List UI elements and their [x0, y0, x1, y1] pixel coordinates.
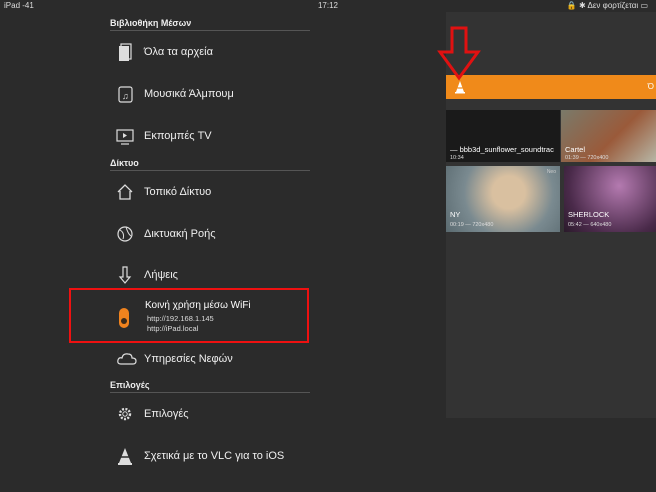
menu-label: Δικτυακή Ροής [144, 228, 216, 240]
lock-icon: 🔒 [566, 1, 577, 10]
menu-label: Εκπομπές TV [144, 130, 212, 142]
section-options: Επιλογές [110, 380, 310, 393]
home-icon [117, 184, 133, 200]
battery-icon: ▭ [640, 1, 648, 10]
annotation-arrow-icon [437, 26, 481, 81]
video-title: Cartel [565, 145, 586, 154]
video-thumbnail[interactable]: — bbb3d_sunflower_soundtrac 10:34 [446, 110, 560, 162]
video-title: SHERLOCK [568, 210, 610, 219]
menu-label: Υπηρεσίες Νεφών [144, 353, 233, 365]
vlc-cone-icon [118, 448, 132, 465]
cloud-icon [117, 353, 137, 365]
menu-label: Επιλογές [144, 408, 189, 420]
status-right: 🔒 ✱ Δεν φορτίζεται ▭ [567, 1, 648, 10]
bluetooth-icon: ✱ [579, 1, 586, 10]
download-arrow-icon [118, 266, 132, 284]
video-badge: Neo [546, 169, 556, 175]
menu-item-music-albums[interactable]: ♫ Μουσικά Άλμπουμ [110, 80, 310, 110]
sidebar-menu: Βιβλιοθήκη Μέσων Όλα τα αρχεία ♫ Μουσικά… [0, 12, 446, 492]
section-media-library: Βιβλιοθήκη Μέσων [110, 18, 310, 31]
wifi-url-local: http://iPad.local [147, 324, 199, 333]
menu-label: Λήψεις [144, 269, 178, 281]
tv-icon [116, 129, 134, 145]
menu-label: Σχετικά με το VLC για το iOS [144, 450, 285, 462]
menu-label: Όλα τα αρχεία [144, 46, 213, 58]
gear-icon [118, 407, 132, 421]
globe-icon [117, 226, 133, 242]
video-meta: 10:34 [450, 155, 464, 161]
video-meta: 01:39 — 720x400 [565, 155, 609, 161]
menu-item-all-files[interactable]: Όλα τα αρχεία [110, 38, 310, 68]
menu-item-downloads[interactable]: Λήψεις [110, 261, 310, 291]
video-title: NY [450, 210, 461, 219]
music-album-icon: ♫ [118, 86, 133, 103]
menu-item-network-stream[interactable]: Δικτυακή Ροής [110, 220, 310, 250]
wifi-url-ip: http://192.168.1.145 [147, 314, 214, 323]
menu-item-about[interactable]: Σχετικά με το VLC για το iOS [110, 442, 310, 472]
svg-text:♫: ♫ [122, 91, 129, 101]
video-title: — bbb3d_sunflower_soundtrac [450, 145, 554, 154]
menu-item-wifi-sharing[interactable]: Κοινή χρήση μέσω WiFi http://192.168.1.1… [69, 288, 309, 343]
top-bar-title: Ό [647, 82, 654, 91]
wifi-sharing-label: Κοινή χρήση μέσω WiFi [145, 300, 251, 311]
toggle-switch-icon[interactable] [119, 308, 129, 328]
battery-status: Δεν φορτίζεται [587, 1, 639, 10]
menu-item-tv-shows[interactable]: Εκπομπές TV [110, 122, 310, 152]
video-thumbnail[interactable]: Neo NY 00:19 — 720x480 [446, 166, 560, 232]
menu-item-settings[interactable]: Επιλογές [110, 400, 310, 430]
status-time: 17:12 [317, 1, 339, 10]
video-thumbnail[interactable]: Cartel 01:39 — 720x400 [561, 110, 656, 162]
menu-item-cloud-services[interactable]: Υπηρεσίες Νεφών [110, 345, 310, 375]
status-bar: iPad -41 17:12 🔒 ✱ Δεν φορτίζεται ▭ [0, 0, 656, 12]
video-meta: 05:42 — 640x480 [568, 222, 612, 228]
section-network: Δίκτυο [110, 158, 310, 171]
file-icon [119, 43, 132, 61]
vlc-menu-icon[interactable] [454, 80, 466, 94]
video-meta: 00:19 — 720x480 [450, 222, 494, 228]
video-thumbnail[interactable]: SHERLOCK 05:42 — 640x480 [564, 166, 656, 232]
menu-label: Μουσικά Άλμπουμ [144, 88, 234, 100]
menu-item-local-network[interactable]: Τοπικό Δίκτυο [110, 178, 310, 208]
menu-label: Τοπικό Δίκτυο [144, 186, 212, 198]
